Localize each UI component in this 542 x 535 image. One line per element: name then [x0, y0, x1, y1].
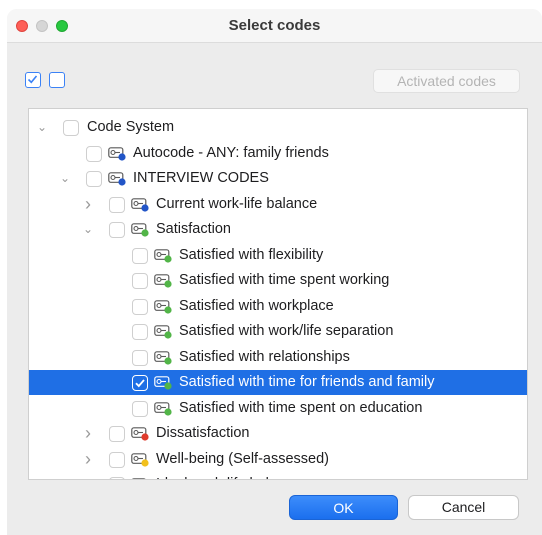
activated-codes-button[interactable]: Activated codes [373, 69, 520, 93]
tree-row[interactable]: ⌄ INTERVIEW CODES [29, 166, 527, 191]
code-icon [131, 197, 151, 212]
code-icon [131, 427, 151, 441]
row-checkbox[interactable] [86, 171, 102, 187]
tree-row-label: Satisfied with time for friends and fami… [179, 374, 435, 390]
row-checkbox[interactable] [109, 222, 125, 238]
tree-row[interactable]: › Well-being (Self-assessed) [29, 447, 527, 472]
ok-button[interactable]: OK [289, 495, 398, 520]
row-checkbox[interactable] [63, 120, 79, 136]
select-all-checkbox[interactable] [25, 72, 41, 88]
tree-row-label: Satisfied with time spent on education [179, 399, 423, 416]
chevron-right-icon[interactable]: › [81, 475, 95, 479]
code-icon [154, 274, 174, 288]
row-checkbox[interactable] [86, 145, 102, 162]
tree-row[interactable]: ⌄ Code System [29, 115, 527, 140]
code-icon [154, 325, 174, 339]
tree-row[interactable]: Satisfied with time spent working [29, 268, 527, 293]
tree-row-label: Well-being (Self-assessed) [156, 450, 329, 467]
checkmark-icon [27, 75, 38, 84]
row-checkbox[interactable] [109, 477, 125, 479]
chevron-right-icon[interactable]: › [81, 424, 95, 442]
code-icon [131, 452, 151, 467]
row-checkbox[interactable] [132, 247, 148, 264]
row-checkbox[interactable] [109, 196, 125, 213]
row-checkbox[interactable] [132, 375, 148, 391]
cancel-button[interactable]: Cancel [408, 495, 519, 520]
code-icon [154, 350, 174, 365]
tree-row-label: Satisfaction [156, 221, 231, 237]
tree-row[interactable]: Satisfied with time spent on education [29, 396, 527, 421]
tree-row[interactable]: › Dissatisfaction [29, 421, 527, 446]
tree-row-label: Dissatisfaction [156, 425, 250, 441]
deselect-all-checkbox[interactable] [49, 72, 65, 88]
tree-row[interactable]: Satisfied with relationships [29, 345, 527, 370]
code-icon [154, 401, 174, 416]
chevron-right-icon[interactable]: › [81, 450, 95, 468]
code-icon [154, 248, 174, 263]
tree-row-label: Satisfied with work/life separation [179, 323, 394, 339]
code-icon [154, 299, 174, 314]
tree-row[interactable]: Satisfied with time for friends and fami… [29, 370, 527, 395]
code-icon [108, 146, 128, 161]
tree-row-label: Ideal work-life balance [156, 472, 300, 479]
tree-row-label: Current work-life balance [156, 195, 318, 212]
chevron-down-icon[interactable]: ⌄ [58, 169, 72, 187]
tree-row-label: Code System [87, 119, 175, 135]
code-icon [131, 478, 151, 479]
chevron-down-icon[interactable]: ⌄ [81, 220, 95, 238]
tree-row-label: Satisfied with flexibility [179, 246, 324, 263]
row-checkbox[interactable] [109, 451, 125, 468]
tree-row-label: INTERVIEW CODES [133, 170, 269, 186]
window-title: Select codes [228, 17, 321, 34]
tree-row-label: Autocode - ANY: family friends [133, 144, 329, 161]
tree-row[interactable]: › Current work-life balance [29, 192, 527, 217]
code-icon [108, 172, 128, 186]
tree-row-label: Satisfied with relationships [179, 348, 350, 365]
tree-row[interactable]: Satisfied with flexibility [29, 243, 527, 268]
row-checkbox[interactable] [132, 349, 148, 366]
row-checkbox[interactable] [132, 273, 148, 289]
tree-row-label: Satisfied with workplace [179, 297, 334, 314]
tree-row[interactable]: › Ideal work-life balance [29, 472, 527, 479]
tree-row[interactable]: Satisfied with work/life separation [29, 319, 527, 344]
row-checkbox[interactable] [132, 298, 148, 315]
title-bar: Select codes [7, 9, 542, 43]
code-icon [154, 376, 174, 390]
checkmark-icon [135, 379, 145, 388]
tree-row[interactable]: ⌄ Satisfaction [29, 217, 527, 242]
select-codes-dialog: Select codes Activated codes ⌄ Code Syste… [7, 9, 542, 535]
tree-row[interactable]: Autocode - ANY: family friends [29, 141, 527, 166]
chevron-down-icon[interactable]: ⌄ [35, 118, 49, 136]
row-checkbox[interactable] [132, 400, 148, 417]
chevron-right-icon[interactable]: › [81, 195, 95, 213]
code-tree[interactable]: ⌄ Code System Autocode - ANY: family frien… [28, 108, 528, 480]
row-checkbox[interactable] [132, 324, 148, 340]
tree-row[interactable]: Satisfied with workplace [29, 294, 527, 319]
tree-row-label: Satisfied with time spent working [179, 272, 390, 288]
code-icon [131, 223, 151, 237]
row-checkbox[interactable] [109, 426, 125, 442]
